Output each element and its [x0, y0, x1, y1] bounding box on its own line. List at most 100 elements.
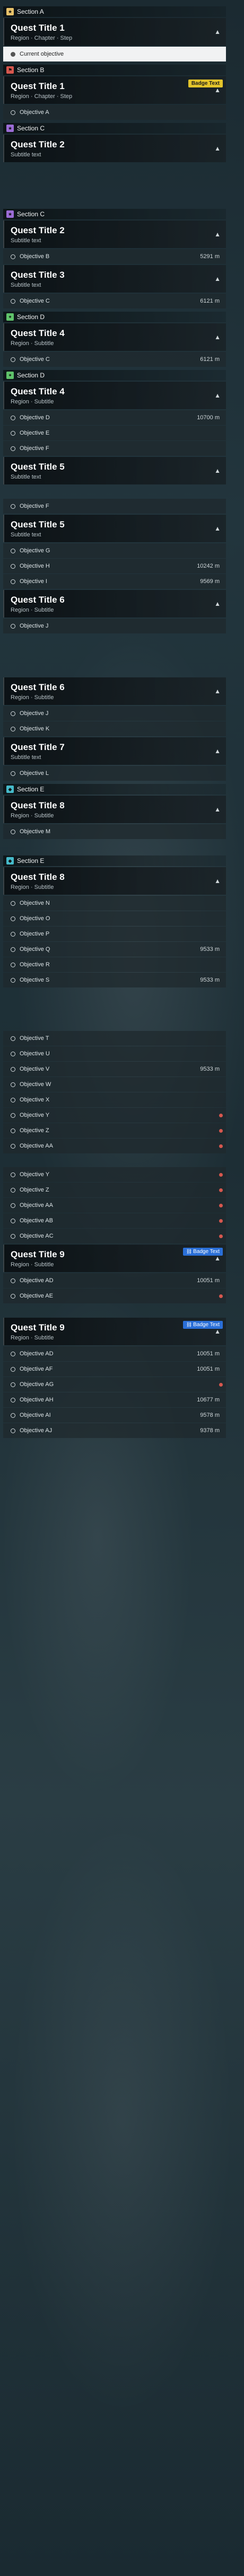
section-header[interactable]: ★ Section A — [3, 6, 226, 17]
objective-bullet-icon — [11, 430, 15, 436]
collapse-caret-icon[interactable]: ▲ — [214, 333, 221, 341]
objective-item[interactable]: Objective J — [3, 706, 226, 721]
collapse-caret-icon[interactable]: ▲ — [214, 28, 221, 36]
objective-item[interactable]: Objective Z — [3, 1123, 226, 1138]
objective-item[interactable]: Objective H 10242 m — [3, 559, 226, 574]
objective-bullet-icon — [11, 51, 15, 57]
objective-bullet-icon — [11, 1187, 15, 1193]
objective-item[interactable]: Objective AA — [3, 1139, 226, 1153]
status-badge: ⛓ Badge Text — [182, 1248, 223, 1256]
quest-card[interactable]: Quest Title 1 Region · Chapter · Step ▲ — [3, 18, 226, 46]
objective-item[interactable]: Objective J — [3, 619, 226, 633]
objective-item[interactable]: Objective E — [3, 426, 226, 440]
objective-item[interactable]: Objective F — [3, 499, 226, 514]
quest-card[interactable]: Quest Title 5 Subtitle text ▲ — [3, 515, 226, 542]
objective-item[interactable]: Objective AE — [3, 1289, 226, 1303]
objective-item[interactable]: Objective F — [3, 441, 226, 456]
section-header[interactable]: ✦ Section D — [3, 370, 226, 381]
section-header[interactable]: ★ Section C — [3, 123, 226, 134]
objective-item[interactable]: Objective AH 10677 m — [3, 1392, 226, 1407]
objective-item[interactable]: Objective A — [3, 105, 226, 120]
objective-item[interactable]: Objective AD 10051 m — [3, 1346, 226, 1361]
section-header[interactable]: ◆ Section E — [3, 855, 226, 866]
objective-bullet-icon — [11, 1082, 15, 1087]
quest-subtitle: Region · Subtitle — [11, 399, 54, 405]
objective-item[interactable]: Objective AG — [3, 1377, 226, 1392]
objective-item[interactable]: Objective Q 9533 m — [3, 942, 226, 957]
quest-card[interactable]: Quest Title 9 Region · Subtitle ▲ ⛓ Badge Te… — [3, 1318, 226, 1345]
star-icon: ★ — [6, 210, 14, 218]
objective-item[interactable]: Objective AB — [3, 1213, 226, 1228]
objective-item[interactable]: Objective AJ 9378 m — [3, 1423, 226, 1438]
objective-item[interactable]: Objective Y — [3, 1167, 226, 1182]
objective-item[interactable]: Objective X — [3, 1092, 226, 1107]
quest-card[interactable]: Quest Title 8 Region · Subtitle ▲ — [3, 796, 226, 823]
objective-item[interactable]: Objective U — [3, 1046, 226, 1061]
quest-card[interactable]: Quest Title 6 Region · Subtitle ▲ — [3, 590, 226, 617]
objective-item[interactable]: Objective Y — [3, 1108, 226, 1123]
objective-item[interactable]: Objective O — [3, 911, 226, 926]
objective-item[interactable]: Objective AI 9578 m — [3, 1408, 226, 1423]
collapse-caret-icon[interactable]: ▲ — [214, 747, 221, 755]
collapse-caret-icon[interactable]: ▲ — [214, 467, 221, 474]
quest-card[interactable]: Quest Title 2 Subtitle text ▲ — [3, 135, 226, 162]
objective-item[interactable]: Objective AA — [3, 1198, 226, 1213]
objective-item[interactable]: Objective G — [3, 543, 226, 558]
drop-icon: ◆ — [6, 786, 14, 793]
objective-bullet-icon — [11, 254, 15, 259]
objective-item[interactable]: Objective L — [3, 766, 226, 781]
collapse-caret-icon[interactable]: ▲ — [214, 1255, 221, 1262]
section-header[interactable]: ⚑ Section B — [3, 65, 226, 75]
quest-card[interactable]: Quest Title 2 Subtitle text ▲ — [3, 220, 226, 248]
collapse-caret-icon[interactable]: ▲ — [214, 600, 221, 607]
quest-card[interactable]: Quest Title 8 Region · Subtitle ▲ — [3, 867, 226, 895]
section-header[interactable]: ★ Section C — [3, 209, 226, 219]
objective-label: Objective Q — [20, 946, 50, 952]
quest-subtitle: Subtitle text — [11, 152, 41, 158]
distance-readout: 5291 m — [200, 253, 220, 260]
collapse-caret-icon[interactable]: ▲ — [214, 231, 221, 238]
objective-item[interactable]: Objective C 6121 m — [3, 352, 226, 367]
quest-card[interactable]: Quest Title 1 Region · Chapter · Step ▲ Bad… — [3, 76, 226, 104]
section-header[interactable]: ◆ Section E — [3, 784, 226, 795]
objective-item[interactable]: Objective M — [3, 824, 226, 839]
objective-item[interactable]: Objective AF 10051 m — [3, 1362, 226, 1377]
objective-item[interactable]: Objective C 6121 m — [3, 294, 226, 308]
collapse-caret-icon[interactable]: ▲ — [214, 877, 221, 885]
objective-item[interactable]: Objective K — [3, 721, 226, 736]
collapse-caret-icon[interactable]: ▲ — [214, 145, 221, 152]
objective-item[interactable]: Objective AC — [3, 1229, 226, 1243]
objective-item[interactable]: Current objective — [3, 47, 226, 61]
objective-item[interactable]: Objective T — [3, 1031, 226, 1046]
objective-item[interactable]: Objective S 9533 m — [3, 973, 226, 987]
objective-item[interactable]: Objective N — [3, 896, 226, 911]
objective-item[interactable]: Objective D 10700 m — [3, 410, 226, 425]
quest-card[interactable]: Quest Title 4 Region · Subtitle ▲ — [3, 382, 226, 409]
collapse-caret-icon[interactable]: ▲ — [214, 86, 221, 94]
objective-item[interactable]: Objective Z — [3, 1183, 226, 1197]
objective-item[interactable]: Objective B 5291 m — [3, 249, 226, 264]
objective-item[interactable]: Objective I 9569 m — [3, 574, 226, 589]
objective-label: Objective AI — [20, 1412, 51, 1418]
quest-card[interactable]: Quest Title 3 Subtitle text ▲ — [3, 265, 226, 293]
collapse-caret-icon[interactable]: ▲ — [214, 806, 221, 813]
collapse-caret-icon[interactable]: ▲ — [214, 1328, 221, 1335]
quest-card[interactable]: Quest Title 6 Region · Subtitle ▲ — [3, 677, 226, 705]
quest-card[interactable]: Quest Title 9 Region · Subtitle ▲ ⛓ Badge Te… — [3, 1245, 226, 1272]
objective-item[interactable]: Objective AD 10051 m — [3, 1273, 226, 1288]
collapse-caret-icon[interactable]: ▲ — [214, 687, 221, 695]
objective-item[interactable]: Objective P — [3, 927, 226, 941]
distance-readout: 10677 m — [197, 1397, 220, 1403]
quest-card[interactable]: Quest Title 4 Region · Subtitle ▲ — [3, 323, 226, 351]
objective-item[interactable]: Objective W — [3, 1077, 226, 1092]
quest-card[interactable]: Quest Title 7 Subtitle text ▲ — [3, 737, 226, 765]
section-header[interactable]: ✦ Section D — [3, 312, 226, 322]
quest-card[interactable]: Quest Title 5 Subtitle text ▲ — [3, 457, 226, 484]
collapse-caret-icon[interactable]: ▲ — [214, 392, 221, 399]
objective-label: Current objective — [20, 51, 64, 57]
objective-item[interactable]: Objective V 9533 m — [3, 1062, 226, 1077]
quest-title: Quest Title 8 — [11, 872, 65, 882]
objective-item[interactable]: Objective R — [3, 957, 226, 972]
collapse-caret-icon[interactable]: ▲ — [214, 525, 221, 532]
collapse-caret-icon[interactable]: ▲ — [214, 275, 221, 283]
